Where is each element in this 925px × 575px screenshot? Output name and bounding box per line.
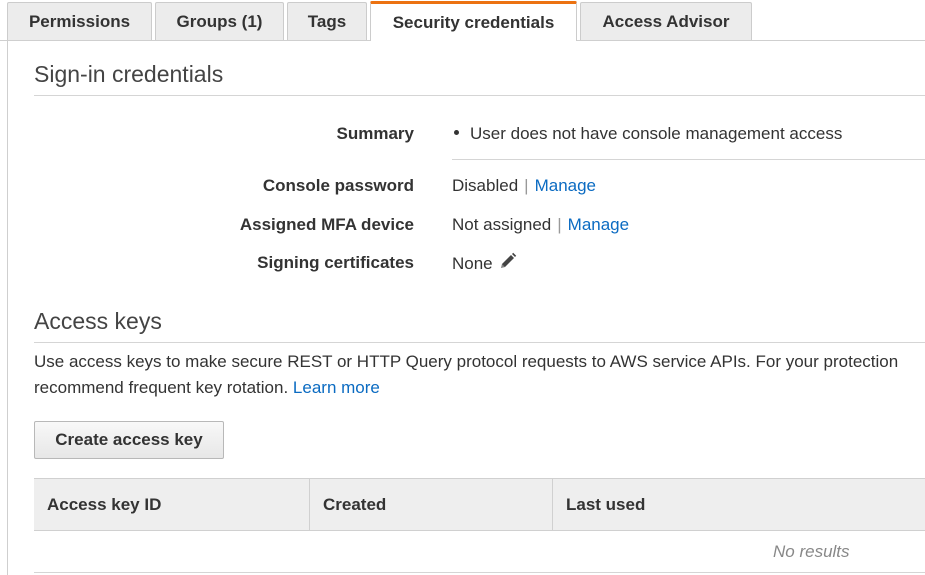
no-results-text: No results — [773, 542, 850, 561]
column-header-access-key-id[interactable]: Access key ID — [34, 479, 310, 530]
tab-permissions[interactable]: Permissions — [7, 2, 152, 40]
tab-label: Security credentials — [392, 12, 555, 32]
table-bottom-border — [34, 572, 925, 573]
signing-certificates-value: None — [452, 252, 517, 276]
console-password-manage-link[interactable]: Manage — [535, 176, 596, 195]
description-line-1: Use access keys to make secure REST or H… — [34, 352, 899, 371]
tab-bar: Permissions Groups (1) Tags Security cre… — [0, 0, 925, 41]
pencil-icon[interactable] — [499, 252, 517, 275]
bullet-icon — [454, 130, 459, 136]
console-password-status: Disabled — [452, 176, 519, 195]
access-keys-description: Use access keys to make secure REST or H… — [34, 349, 898, 401]
mfa-label: Assigned MFA device — [239, 215, 414, 234]
signin-credentials-title: Sign-in credentials — [34, 61, 224, 87]
summary-label: Summary — [336, 124, 414, 143]
separator: | — [557, 215, 562, 234]
mfa-value: Not assigned | Manage — [452, 215, 629, 235]
tab-tags[interactable]: Tags — [287, 2, 367, 40]
tab-access-advisor[interactable]: Access Advisor — [580, 2, 752, 40]
tab-label: Permissions — [28, 11, 131, 31]
divider — [34, 342, 925, 343]
console-password-label: Console password — [262, 176, 414, 195]
summary-text: User does not have console management ac… — [470, 124, 843, 143]
tab-groups[interactable]: Groups (1) — [155, 2, 284, 40]
mfa-manage-link[interactable]: Manage — [568, 215, 629, 234]
column-header-created[interactable]: Created — [310, 479, 553, 530]
tab-label: Tags — [307, 11, 347, 31]
divider — [452, 159, 925, 160]
tab-security-credentials[interactable]: Security credentials — [370, 1, 577, 41]
access-keys-title: Access keys — [34, 308, 162, 334]
column-header-last-used[interactable]: Last used — [553, 479, 925, 530]
tab-label: Groups (1) — [176, 11, 263, 31]
summary-value: User does not have console management ac… — [454, 124, 842, 144]
divider — [34, 95, 925, 96]
description-line-2: recommend frequent key rotation. Learn m… — [34, 375, 898, 401]
mfa-status: Not assigned — [452, 215, 552, 234]
access-keys-table-header: Access key ID Created Last used — [34, 478, 925, 531]
console-password-value: Disabled | Manage — [452, 176, 596, 196]
create-access-key-button[interactable]: Create access key — [34, 421, 224, 459]
tab-label: Access Advisor — [602, 11, 730, 31]
signing-certificates-label: Signing certificates — [257, 253, 414, 272]
learn-more-link[interactable]: Learn more — [293, 378, 380, 397]
signing-certificates-status: None — [452, 253, 493, 273]
description-line-2-text: recommend frequent key rotation. — [34, 378, 289, 397]
tab-content: Sign-in credentials Summary User does no… — [7, 41, 925, 575]
separator: | — [524, 176, 529, 195]
